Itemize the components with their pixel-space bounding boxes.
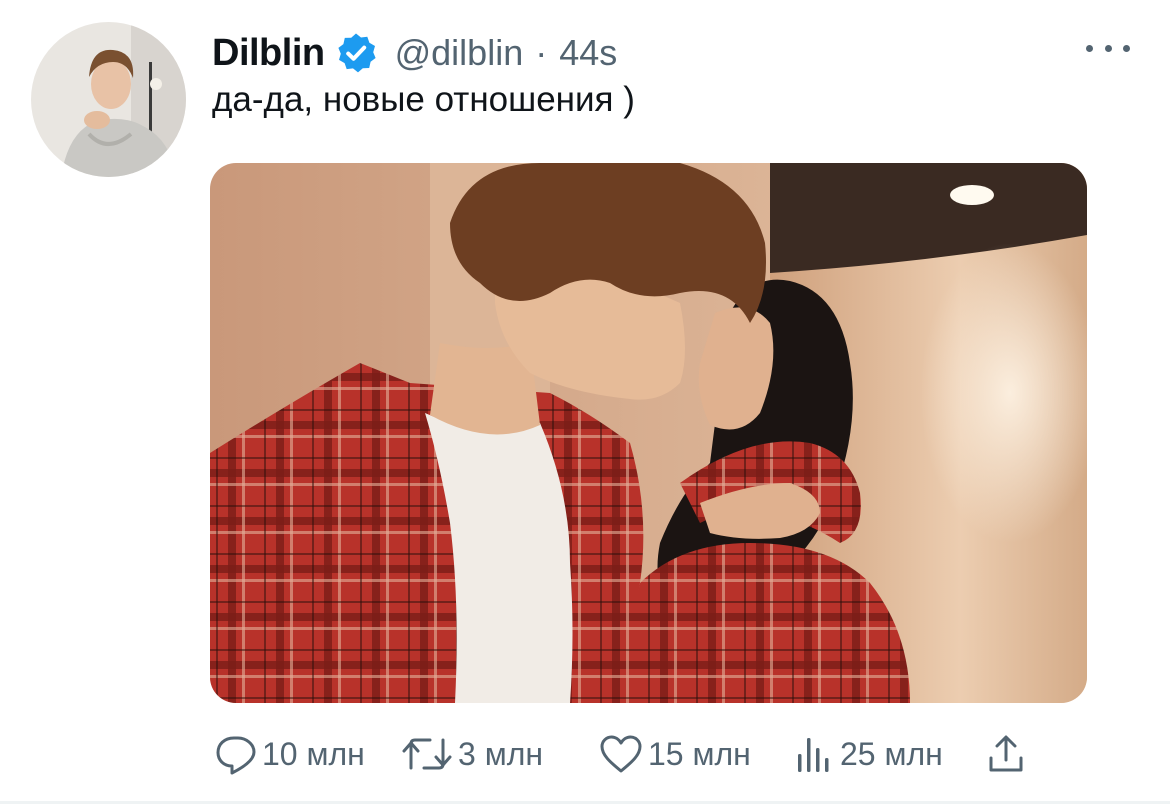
retweet-button[interactable]: 3 млн [400, 728, 543, 780]
avatar[interactable] [31, 22, 186, 177]
share-icon [989, 735, 1023, 772]
views-button[interactable]: 25 млн [792, 728, 943, 780]
like-button[interactable]: 15 млн [598, 728, 751, 780]
views-count: 25 млн [840, 735, 943, 772]
share-button[interactable] [984, 728, 1028, 780]
display-name[interactable]: Dilblin [212, 32, 325, 75]
tweet-text: да-да, новые отношения ) [212, 80, 635, 119]
retweet-count: 3 млн [458, 735, 544, 772]
retweet-icon [402, 738, 452, 770]
tweet-card[interactable]: Dilblin @dilblin · 44s да-да, новые отно… [0, 0, 1170, 804]
like-count: 15 млн [648, 735, 751, 772]
user-handle[interactable]: @dilblin [395, 32, 524, 74]
reply-icon [216, 736, 256, 775]
heart-icon [600, 735, 642, 773]
more-options-icon[interactable] [1086, 36, 1130, 60]
tweet-actions-bar: 10 млн 3 млн 15 млн 25 млн [214, 728, 1044, 780]
tweet-header: Dilblin @dilblin · 44s [212, 28, 617, 78]
verified-badge-icon [335, 32, 377, 74]
views-bar-chart-icon [798, 738, 829, 772]
reply-button[interactable]: 10 млн [214, 728, 365, 780]
reply-count: 10 млн [262, 735, 365, 772]
timestamp[interactable]: 44s [559, 32, 617, 74]
separator-dot: · [535, 32, 548, 73]
tweet-media-photo[interactable] [210, 163, 1087, 703]
